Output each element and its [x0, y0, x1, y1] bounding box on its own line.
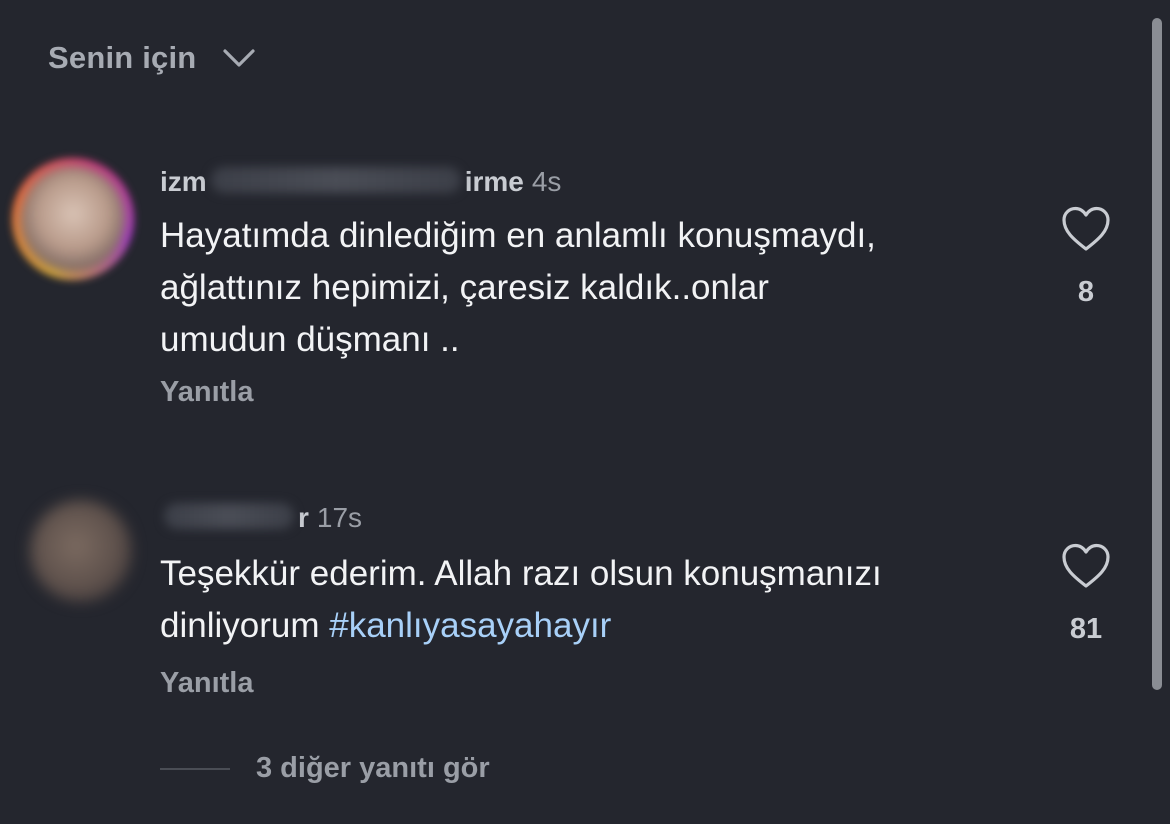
- comment-timestamp: 4s: [531, 166, 562, 197]
- sort-label: Senin için: [48, 40, 197, 75]
- like-count: 81: [1069, 613, 1103, 645]
- heart-icon[interactable]: [1061, 543, 1111, 589]
- username-visible-end: irme: [464, 166, 524, 197]
- comment-meta: izm irme 4s: [160, 166, 561, 198]
- like-count: 8: [1077, 276, 1095, 308]
- comment-text: Hayatımda dinlediğim en anlamlı konuşmay…: [160, 216, 876, 359]
- username[interactable]: r: [160, 502, 309, 534]
- scrollbar[interactable]: [1152, 18, 1162, 690]
- chevron-down-icon: [223, 49, 256, 67]
- username-visible-start: izm: [160, 166, 207, 197]
- username-redacted: [164, 502, 294, 529]
- comments-page: Senin için izm irme 4s Hayatımda dinlediğ…: [0, 0, 1170, 824]
- comment-meta: r 17s: [160, 502, 362, 534]
- comment-text: Teşekkür ederim. Allah razı olsun konuşm…: [160, 548, 1040, 652]
- avatar[interactable]: [20, 166, 126, 272]
- heart-icon[interactable]: [1061, 206, 1111, 252]
- like-group: 81: [1060, 543, 1112, 646]
- replies-divider-line: [160, 767, 230, 770]
- username-redacted: [210, 166, 461, 193]
- reply-button[interactable]: Yanıtla: [160, 667, 254, 700]
- username-visible-end: r: [298, 502, 309, 533]
- hashtag-link[interactable]: #kanlıyasayahayır: [329, 606, 611, 645]
- username[interactable]: izm irme: [160, 166, 524, 198]
- view-more-replies-button[interactable]: 3 diğer yanıtı gör: [160, 752, 490, 785]
- reply-button[interactable]: Yanıtla: [160, 376, 254, 409]
- avatar[interactable]: [30, 500, 132, 602]
- view-replies-label: 3 diğer yanıtı gör: [256, 752, 490, 784]
- comment-timestamp: 17s: [316, 502, 363, 533]
- sort-dropdown[interactable]: Senin için: [48, 40, 256, 76]
- like-group: 8: [1060, 206, 1112, 309]
